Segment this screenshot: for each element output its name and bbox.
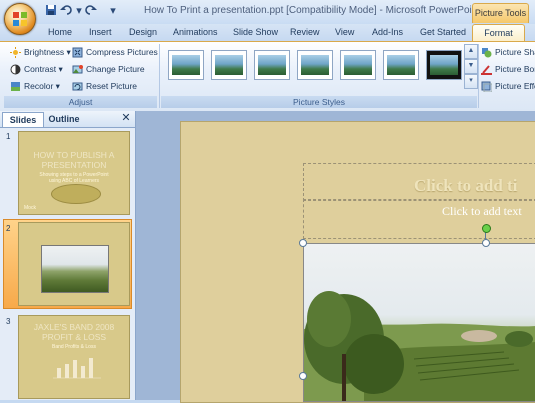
- tab-outline[interactable]: Outline: [44, 112, 84, 126]
- thumb-chart-graphic: [53, 358, 101, 379]
- gallery-more[interactable]: ▾: [464, 74, 478, 89]
- resize-handle-top-left[interactable]: [299, 239, 307, 247]
- office-logo-icon: [13, 12, 27, 26]
- tab-animations[interactable]: Animations: [173, 25, 218, 40]
- tab-format[interactable]: Format: [472, 24, 525, 42]
- group-divider: [478, 44, 479, 108]
- selected-picture[interactable]: [303, 243, 535, 402]
- tab-slides[interactable]: Slides: [2, 112, 44, 127]
- tab-insert[interactable]: Insert: [89, 25, 112, 40]
- picture-style-4[interactable]: [297, 50, 333, 80]
- tab-get-started[interactable]: Get Started: [420, 25, 466, 40]
- gallery-scroll-down[interactable]: ▼: [464, 59, 478, 74]
- reset-picture-icon: [72, 81, 83, 92]
- slide-thumbnail-3[interactable]: JAXLE'S BAND 2008 PROFIT & LOSS Band Pro…: [18, 315, 130, 399]
- picture-style-3[interactable]: [254, 50, 290, 80]
- thumb-subtitle: Showing steps to a PowerPoint using ABC …: [39, 172, 109, 184]
- tab-design[interactable]: Design: [129, 25, 157, 40]
- thumb-title: JAXLE'S BAND 2008 PROFIT & LOSS: [33, 322, 115, 342]
- slide-thumbnail-2[interactable]: [18, 222, 130, 306]
- picture-style-5[interactable]: [340, 50, 376, 80]
- recolor-button[interactable]: Recolor ▾: [10, 79, 60, 94]
- recolor-icon: [10, 81, 21, 92]
- group-divider: [159, 44, 160, 108]
- rotation-handle[interactable]: [482, 224, 491, 233]
- customize-quick-access-icon[interactable]: ▾: [106, 4, 120, 18]
- adjust-group-label: Adjust: [4, 96, 157, 108]
- thumb-photo: [41, 245, 109, 293]
- picture-style-2[interactable]: [211, 50, 247, 80]
- slide-number: 2: [6, 224, 11, 233]
- landscape-photo: [304, 291, 535, 401]
- contrast-icon: [10, 64, 21, 75]
- resize-handle-left[interactable]: [299, 372, 307, 380]
- change-picture-button[interactable]: Change Picture: [72, 62, 145, 77]
- picture-shape-button[interactable]: Picture Sha: [481, 45, 535, 60]
- thumb-title: HOW TO PUBLISH A PRESENTATION: [33, 150, 115, 170]
- picture-effects-button[interactable]: Picture Effe: [481, 79, 535, 94]
- slide-number: 3: [6, 317, 11, 326]
- compress-pictures-button[interactable]: Compress Pictures: [72, 45, 158, 60]
- subtitle-placeholder-text: Click to add text: [442, 204, 522, 218]
- compress-icon: [72, 47, 83, 58]
- gallery-scroll-up[interactable]: ▲: [464, 44, 478, 59]
- brightness-icon: [10, 47, 21, 59]
- resize-handle-top[interactable]: [482, 239, 490, 247]
- tab-add-ins[interactable]: Add-Ins: [372, 25, 403, 40]
- tab-review[interactable]: Review: [290, 25, 320, 40]
- title-placeholder-text: Click to add ti: [414, 176, 518, 195]
- window-title: How To Print a presentation.ppt [Compati…: [144, 5, 481, 16]
- close-icon[interactable]: ✕: [120, 112, 132, 124]
- redo-icon[interactable]: [84, 4, 98, 18]
- thumb-chart-title: Band Profits & Loss: [52, 344, 96, 350]
- contrast-button[interactable]: Contrast ▾: [10, 62, 63, 77]
- tab-home[interactable]: Home: [48, 25, 72, 40]
- thumb-oval-shape: [51, 184, 101, 204]
- picture-border-icon: [481, 64, 492, 76]
- picture-border-button[interactable]: Picture Bor: [481, 62, 535, 77]
- tab-view[interactable]: View: [335, 25, 354, 40]
- picture-style-1[interactable]: [168, 50, 204, 80]
- office-button[interactable]: [4, 3, 36, 35]
- picture-style-7[interactable]: [426, 50, 462, 80]
- picture-tools-label: Picture Tools: [472, 3, 529, 23]
- slide-thumbnail-1[interactable]: HOW TO PUBLISH A PRESENTATION Showing st…: [18, 131, 130, 215]
- picture-style-6[interactable]: [383, 50, 419, 80]
- picture-effects-icon: [481, 81, 493, 93]
- save-icon[interactable]: [44, 4, 58, 18]
- brightness-button[interactable]: Brightness ▾: [10, 45, 71, 60]
- slide-number: 1: [6, 132, 11, 141]
- reset-picture-button[interactable]: Reset Picture: [72, 79, 137, 94]
- thumb-footer: Mock: [24, 205, 36, 211]
- picture-styles-group-label: Picture Styles: [161, 96, 477, 108]
- picture-shape-icon: [481, 47, 492, 58]
- tab-slide-show[interactable]: Slide Show: [233, 25, 278, 40]
- change-picture-icon: [72, 64, 83, 75]
